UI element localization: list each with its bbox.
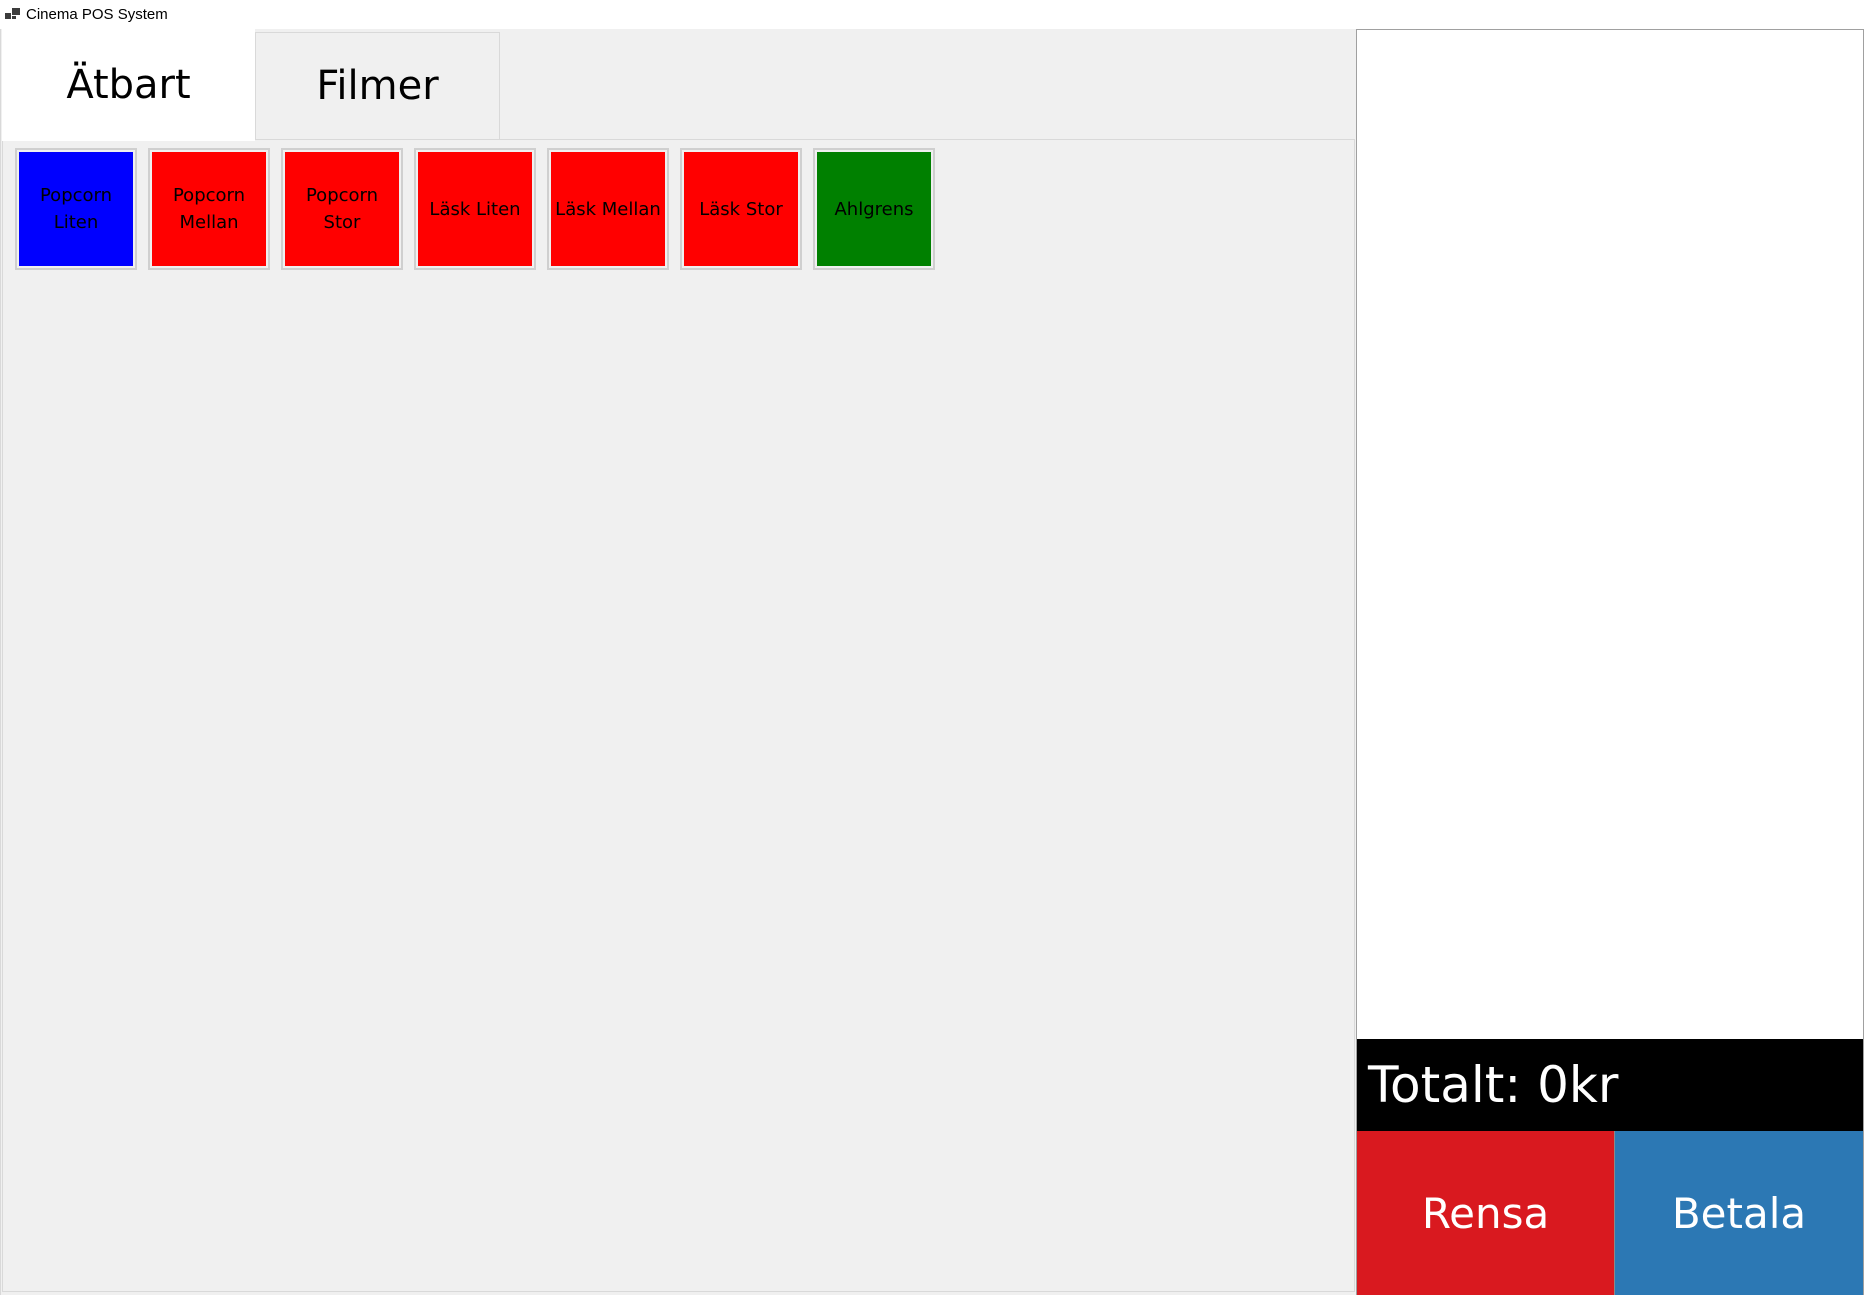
- cart-list[interactable]: [1357, 30, 1863, 1038]
- product-button-face: Läsk Mellan: [551, 152, 665, 266]
- products-panel: Ätbart Filmer Popcorn Liten Popcorn Mell…: [0, 29, 1356, 1295]
- tab-filmer[interactable]: Filmer: [255, 32, 500, 139]
- product-grid: Popcorn Liten Popcorn Mellan Popcorn Sto…: [15, 148, 946, 270]
- cart-panel: Totalt: 0kr Rensa Betala: [1356, 29, 1864, 1295]
- app-window-icon: [5, 8, 20, 20]
- product-button-popcorn-stor[interactable]: Popcorn Stor: [281, 148, 403, 270]
- total-bar: Totalt: 0kr: [1357, 1039, 1863, 1131]
- window-title: Cinema POS System: [26, 5, 168, 23]
- product-button-face: Läsk Liten: [418, 152, 532, 266]
- product-label: Läsk Mellan: [555, 198, 661, 220]
- product-label: Popcorn Mellan: [172, 185, 246, 233]
- title-bar: Cinema POS System: [0, 0, 1864, 28]
- product-label: Ahlgrens: [834, 198, 914, 220]
- product-button-face: Popcorn Stor: [285, 152, 399, 266]
- product-button-ahlgrens[interactable]: Ahlgrens: [813, 148, 935, 270]
- product-button-lask-mellan[interactable]: Läsk Mellan: [547, 148, 669, 270]
- pay-button[interactable]: Betala: [1615, 1131, 1863, 1295]
- product-label: Popcorn Liten: [39, 185, 113, 233]
- product-button-face: Popcorn Mellan: [152, 152, 266, 266]
- product-button-popcorn-liten[interactable]: Popcorn Liten: [15, 148, 137, 270]
- product-button-face: Läsk Stor: [684, 152, 798, 266]
- product-label: Läsk Stor: [699, 198, 783, 220]
- product-button-popcorn-mellan[interactable]: Popcorn Mellan: [148, 148, 270, 270]
- product-button-face: Ahlgrens: [817, 152, 931, 266]
- tab-atbart[interactable]: Ätbart: [2, 29, 255, 141]
- product-button-lask-liten[interactable]: Läsk Liten: [414, 148, 536, 270]
- clear-button[interactable]: Rensa: [1357, 1131, 1615, 1295]
- total-label: Totalt: 0kr: [1368, 1056, 1619, 1114]
- tab-content-atbart: Popcorn Liten Popcorn Mellan Popcorn Sto…: [2, 139, 1355, 1292]
- product-button-face: Popcorn Liten: [19, 152, 133, 266]
- product-label: Popcorn Stor: [305, 185, 379, 233]
- product-button-lask-stor[interactable]: Läsk Stor: [680, 148, 802, 270]
- product-label: Läsk Liten: [429, 198, 521, 220]
